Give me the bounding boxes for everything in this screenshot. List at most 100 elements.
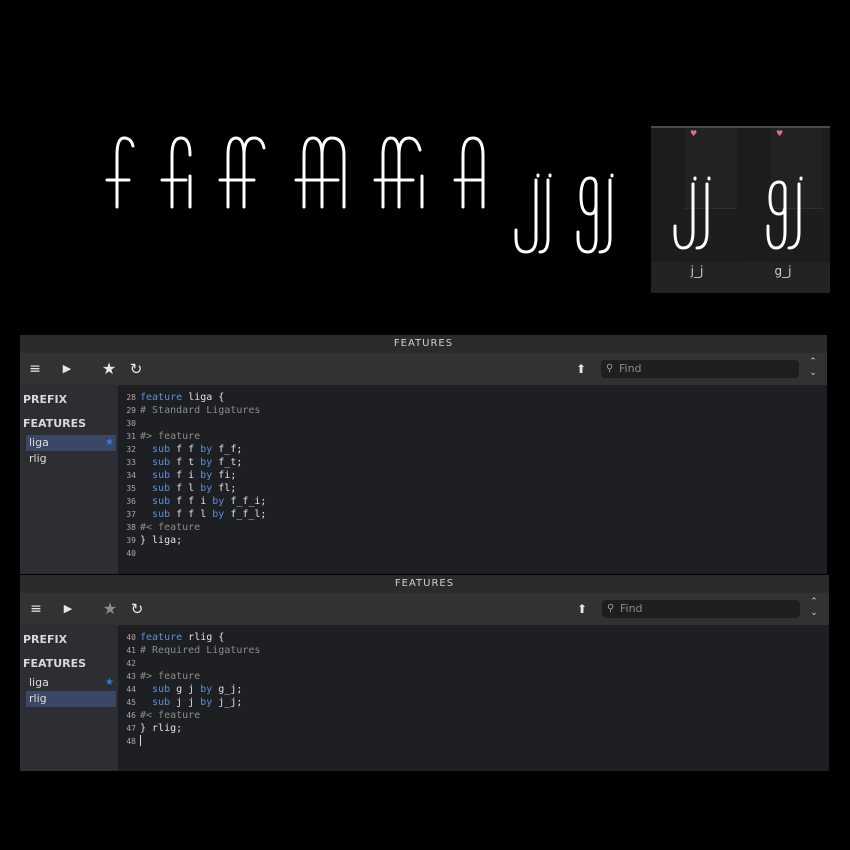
stepper-icon[interactable]: ⌃ ⌄ [808,597,820,619]
code-line[interactable]: 48 [118,735,141,748]
code-line[interactable]: 43 #> feature [118,670,200,683]
search-input[interactable]: ⚲ Find [602,600,800,618]
glyph-name-label: g_j [774,264,792,278]
code-line[interactable]: 40 [118,547,140,560]
code-text: f f l [170,509,213,520]
sidebar-item-liga[interactable]: liga ★ [26,435,116,451]
glyph-fi [160,136,192,209]
glyph-f [105,136,135,209]
star-icon[interactable]: ★ [98,593,122,625]
code-line[interactable]: 35 sub f l by fl; [118,482,236,495]
code-keyword: feature [140,392,183,403]
code-line[interactable]: 46 #< feature [118,709,200,722]
code-comment: # Required Ligatures [140,645,261,656]
star-icon[interactable]: ★ [105,435,114,451]
code-line[interactable]: 37 sub f f l by f_f_l; [118,508,266,521]
tree-icon[interactable]: ⬆ [570,593,594,625]
code-keyword: by [200,697,213,708]
panel-title: FEATURES [20,575,829,593]
code-line[interactable]: 31 #> feature [118,430,200,443]
panel-title: FEATURES [20,335,827,353]
code-editor[interactable]: 40 feature rlig {41 # Required Ligatures 42… [118,625,829,771]
code-line[interactable]: 29 # Standard Ligatures [118,404,260,417]
code-line[interactable]: 28 feature liga { [118,391,224,404]
prefix-heading[interactable]: PREFIX [23,633,67,646]
code-line[interactable]: 33 sub f t by f_t; [118,456,242,469]
code-line[interactable]: 42 [118,657,140,670]
play-icon[interactable]: ▶ [56,593,80,625]
glyph-fl [453,136,485,209]
code-line[interactable]: 40 feature rlig { [118,631,224,644]
code-keyword: sub [152,697,171,708]
code-line[interactable]: 41 # Required Ligatures [118,644,260,657]
code-keyword: by [200,483,213,494]
line-number: 37 [126,510,136,519]
glyph-ft [294,136,346,209]
line-number: 34 [126,471,136,480]
features-panel: FEATURES ≡ ▶ ★ ↻ ⬆ ⚲ Find ⌃ ⌄ PREFIX FEAT… [20,335,827,574]
line-number: 33 [126,458,136,467]
line-number: 40 [126,549,136,558]
code-text: f f i [170,496,213,507]
code-keyword: by [212,509,225,520]
code-line[interactable]: 44 sub g j by g_j; [118,683,242,696]
line-number: 35 [126,484,136,493]
prefix-heading[interactable]: PREFIX [23,393,67,406]
sidebar-item-label: liga [29,436,49,449]
search-icon: ⚲ [607,603,615,614]
code-line[interactable]: 34 sub f i by fi; [118,469,236,482]
toolbar: ≡ ▶ ★ ↻ ⬆ ⚲ Find ⌃ ⌄ [20,353,827,385]
code-line[interactable]: 47} rlig; [118,722,182,735]
code-text: g j [170,684,201,695]
glyph-cell-grid: ♥ ♥ j_j g_j [651,126,830,293]
sidebar-item-rlig[interactable]: rlig [26,691,116,707]
feature-sidebar: PREFIX FEATURES liga ★ rlig [20,385,118,574]
code-text: g_j; [212,684,243,695]
code-editor[interactable]: 28 feature liga {29 # Standard Ligatures 30… [118,385,827,574]
star-icon[interactable]: ★ [105,675,114,691]
code-line[interactable]: 30 [118,417,140,430]
sidebar-item-label: rlig [29,452,47,465]
code-line[interactable]: 32 sub f f by f_f; [118,443,242,456]
code-text: } liga; [140,535,183,546]
code-text: f f [170,444,201,455]
search-input[interactable]: ⚲ Find [601,360,799,378]
code-keyword: sub [152,470,171,481]
line-number: 43 [126,672,136,681]
code-line[interactable]: 45 sub j j by j_j; [118,696,242,709]
code-comment: #< feature [140,522,201,533]
stepper-icon[interactable]: ⌃ ⌄ [807,357,819,379]
code-keyword: sub [152,509,171,520]
code-text: liga { [182,392,225,403]
code-comment: #< feature [140,710,201,721]
code-text: fi; [212,470,237,481]
code-keyword: sub [152,684,171,695]
tree-icon[interactable]: ⬆ [569,353,593,385]
line-number: 30 [126,419,136,428]
code-line[interactable]: 38 #< feature [118,521,200,534]
features-panel: FEATURES ≡ ▶ ★ ↻ ⬆ ⚲ Find ⌃ ⌄ PREFIX FEAT… [20,575,829,771]
play-icon[interactable]: ▶ [55,353,79,385]
line-number: 44 [126,685,136,694]
ligature-preview-line [105,136,614,254]
code-text: f i [170,470,201,481]
sidebar-item-liga[interactable]: liga ★ [26,675,116,691]
line-number: 29 [126,406,136,415]
code-line[interactable]: 39} liga; [118,534,182,547]
refresh-icon[interactable]: ↻ [125,593,149,625]
features-heading: FEATURES [23,657,87,670]
code-keyword: by [200,444,213,455]
sidebar-item-rlig[interactable]: rlig [26,451,116,467]
menu-icon[interactable]: ≡ [23,353,47,385]
code-line[interactable]: 36 sub f f i by f_f_i; [118,495,266,508]
menu-icon[interactable]: ≡ [24,593,48,625]
star-icon[interactable]: ★ [97,353,121,385]
refresh-icon[interactable]: ↻ [124,353,148,385]
line-number: 46 [126,711,136,720]
code-keyword: by [200,457,213,468]
